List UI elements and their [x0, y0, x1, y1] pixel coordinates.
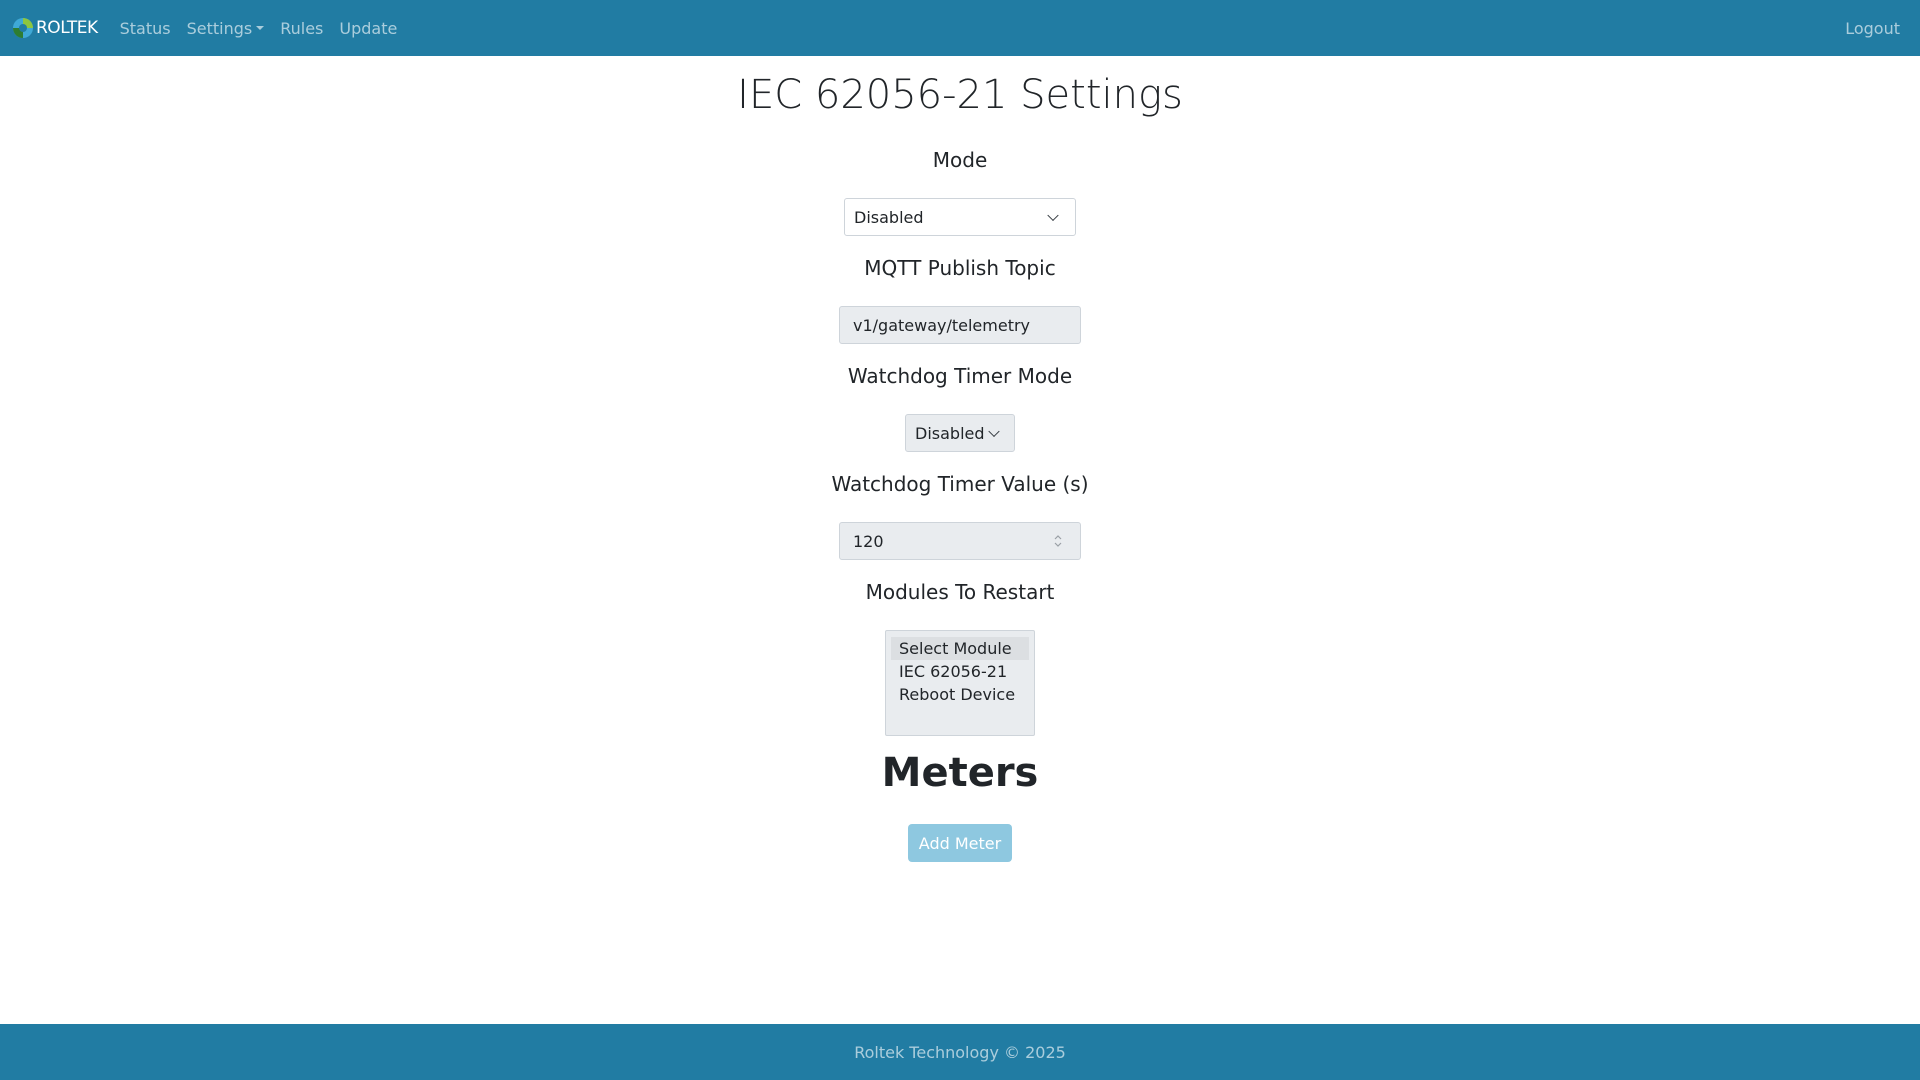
- watchdog-mode-value: Disabled: [915, 423, 985, 443]
- watchdog-value-label: Watchdog Timer Value (s): [831, 472, 1089, 496]
- page-title: IEC 62056-21 Settings: [737, 72, 1183, 118]
- module-option[interactable]: Select Module: [891, 637, 1029, 660]
- brand-name: ROLTEK: [36, 18, 98, 38]
- modules-restart-label: Modules To Restart: [865, 580, 1055, 604]
- watchdog-value-input[interactable]: 120: [839, 522, 1081, 560]
- add-meter-button[interactable]: Add Meter: [908, 824, 1012, 862]
- module-option[interactable]: Reboot Device: [891, 683, 1029, 706]
- footer-text: Roltek Technology © 2025: [854, 1042, 1066, 1062]
- watchdog-mode-select[interactable]: Disabled: [905, 414, 1015, 452]
- roltek-logo-icon: [13, 18, 33, 38]
- chevron-down-icon: [988, 425, 1000, 438]
- watchdog-value: 120: [853, 531, 884, 551]
- footer: Roltek Technology © 2025: [0, 1024, 1920, 1080]
- mode-label: Mode: [932, 148, 988, 172]
- watchdog-mode-label: Watchdog Timer Mode: [847, 364, 1073, 388]
- chevron-down-icon: [1047, 209, 1059, 222]
- caret-down-icon: [256, 26, 265, 30]
- nav-status[interactable]: Status: [120, 19, 171, 38]
- modules-restart-listbox[interactable]: Select Module IEC 62056-21 Reboot Device: [885, 630, 1035, 736]
- top-navbar: ROLTEK Status Settings Rules Update Logo…: [0, 0, 1920, 56]
- mode-select[interactable]: Disabled: [844, 198, 1076, 236]
- mode-select-value: Disabled: [854, 207, 924, 227]
- meters-title: Meters: [881, 750, 1039, 796]
- spinner-arrows-icon[interactable]: [1054, 535, 1062, 547]
- logout-link[interactable]: Logout: [1845, 19, 1900, 38]
- brand-logo-link[interactable]: ROLTEK: [12, 17, 98, 39]
- mqtt-topic-input[interactable]: v1/gateway/telemetry: [839, 306, 1081, 344]
- mqtt-topic-value: v1/gateway/telemetry: [853, 315, 1031, 335]
- nav-update[interactable]: Update: [339, 19, 397, 38]
- nav-rules[interactable]: Rules: [280, 19, 323, 38]
- module-option[interactable]: IEC 62056-21: [891, 660, 1029, 683]
- mqtt-topic-label: MQTT Publish Topic: [864, 256, 1056, 280]
- main-content: IEC 62056-21 Settings Mode Disabled MQTT…: [0, 56, 1920, 1024]
- nav-settings-dropdown[interactable]: Settings: [187, 19, 265, 38]
